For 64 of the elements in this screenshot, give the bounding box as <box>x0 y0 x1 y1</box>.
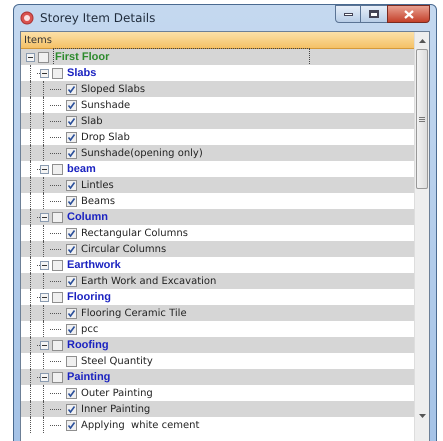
scroll-thumb[interactable] <box>416 49 428 189</box>
tree-item[interactable]: Earthwork <box>67 256 121 274</box>
checkbox[interactable] <box>52 292 63 302</box>
checkbox[interactable] <box>66 84 77 94</box>
collapse-icon[interactable] <box>26 52 35 62</box>
window-title: Storey Item Details <box>40 10 156 27</box>
checkbox[interactable] <box>52 212 63 222</box>
checkbox[interactable] <box>66 276 77 286</box>
maximize-icon <box>369 10 379 18</box>
checkbox[interactable] <box>66 116 77 126</box>
tree-item[interactable]: pcc <box>81 322 98 336</box>
tree-item[interactable]: Flooring <box>67 288 111 306</box>
checkbox[interactable] <box>66 196 77 206</box>
tree-item[interactable]: Drop Slab <box>81 130 130 144</box>
tree-item[interactable]: beam <box>67 160 96 178</box>
checkbox[interactable] <box>66 100 77 110</box>
checkbox[interactable] <box>52 164 63 174</box>
app-icon <box>20 11 34 25</box>
checkbox[interactable] <box>66 420 77 430</box>
collapse-icon[interactable] <box>40 68 49 78</box>
scroll-down-icon[interactable] <box>418 414 426 418</box>
tree-item[interactable]: Inner Painting <box>81 402 150 416</box>
checkbox[interactable] <box>52 68 63 78</box>
tree-item[interactable]: Sloped Slabs <box>81 82 146 96</box>
checkbox[interactable] <box>52 340 63 350</box>
tree-item[interactable]: Lintles <box>81 178 114 192</box>
checkbox[interactable] <box>66 180 77 190</box>
tree-item[interactable]: Applying white cement <box>81 418 200 432</box>
checkbox[interactable] <box>66 244 77 254</box>
tree-item[interactable]: Rectangular Columns <box>81 226 188 240</box>
tree-item[interactable]: Painting <box>67 368 110 386</box>
checkbox[interactable] <box>38 52 49 62</box>
collapse-icon[interactable] <box>40 340 49 350</box>
tree-item[interactable]: Beams <box>81 194 116 208</box>
checkbox[interactable] <box>66 324 77 334</box>
collapse-icon[interactable] <box>40 372 49 382</box>
close-button[interactable] <box>387 5 430 23</box>
checkbox[interactable] <box>52 372 63 382</box>
checkbox[interactable] <box>66 132 77 142</box>
column-header: Items <box>21 32 414 49</box>
collapse-icon[interactable] <box>40 292 49 302</box>
checkbox[interactable] <box>52 260 63 270</box>
tree-item[interactable]: Outer Painting <box>81 386 153 400</box>
tree-item[interactable]: Slabs <box>67 64 96 82</box>
tree-item[interactable]: Steel Quantity <box>81 354 153 368</box>
checkbox[interactable] <box>66 308 77 318</box>
scroll-up-icon[interactable] <box>418 39 426 43</box>
collapse-icon[interactable] <box>40 260 49 270</box>
maximize-button[interactable] <box>361 5 387 23</box>
checkbox[interactable] <box>66 228 77 238</box>
checkbox[interactable] <box>66 404 77 414</box>
minimize-button[interactable] <box>335 5 361 23</box>
tree-item[interactable]: Roofing <box>67 336 109 354</box>
grip-icon <box>419 116 425 122</box>
tree-item[interactable]: Sunshade <box>81 98 130 112</box>
collapse-icon[interactable] <box>40 212 49 222</box>
collapse-icon[interactable] <box>40 164 49 174</box>
checkbox[interactable] <box>66 356 77 366</box>
checkbox[interactable] <box>66 148 77 158</box>
tree-item[interactable]: Slab <box>81 114 103 128</box>
close-icon <box>404 10 414 18</box>
checkbox[interactable] <box>66 388 77 398</box>
minimize-icon <box>344 12 352 16</box>
tree-item[interactable]: Column <box>67 208 108 226</box>
